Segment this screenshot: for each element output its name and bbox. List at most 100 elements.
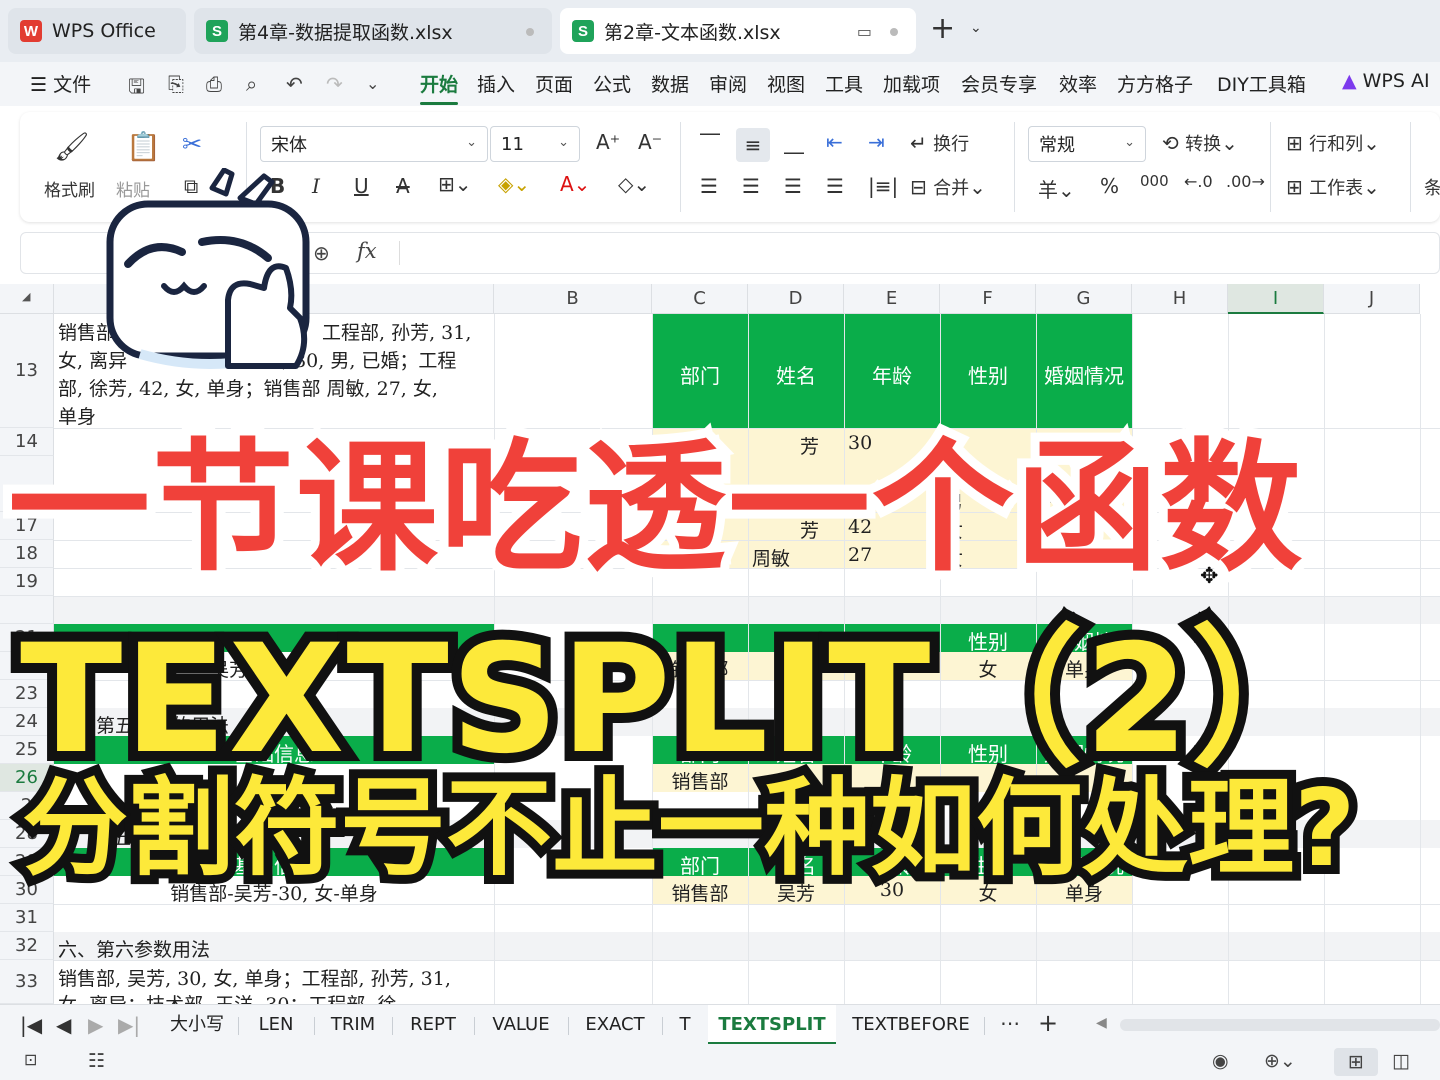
align-left-icon[interactable]: ☰ — [700, 174, 718, 198]
fx-icon[interactable]: fx — [357, 239, 377, 263]
decrease-decimal-icon[interactable]: ←.0 — [1184, 172, 1213, 191]
percent-button[interactable]: % — [1100, 174, 1119, 198]
macro-icon[interactable]: ⊡ — [24, 1050, 37, 1069]
column-header-i[interactable]: I — [1228, 284, 1324, 314]
cell-a33-line[interactable]: 销售部, 吴芳, 30, 女, 单身；工程部, 孙芳, 31, — [58, 964, 451, 991]
horizontal-scrollbar[interactable] — [1120, 1019, 1440, 1031]
header-gender[interactable]: 性别 — [940, 360, 1036, 389]
menu-home[interactable]: 开始 — [420, 70, 459, 105]
column-header-h[interactable]: H — [1132, 284, 1228, 314]
convert-button[interactable]: ⟲ 转换⌄ — [1162, 130, 1238, 156]
align-right-icon[interactable]: ☰ — [784, 174, 802, 198]
align-center-icon[interactable]: ☰ — [742, 174, 760, 198]
menu-data[interactable]: 数据 — [651, 70, 689, 97]
output-pdf-icon[interactable]: ⎘ — [168, 72, 184, 96]
header-name[interactable]: 姓名 — [748, 360, 844, 389]
next-sheet-icon[interactable]: ▶ — [88, 1013, 103, 1037]
tab-chapter4-file[interactable]: S 第4章-数据提取函数.xlsx — [194, 8, 552, 54]
sheet-tab-trim[interactable]: TRIM — [316, 1005, 390, 1045]
header-marital[interactable]: 婚姻情况 — [1036, 360, 1132, 389]
eye-protection-icon[interactable]: ◉ — [1212, 1050, 1229, 1072]
cut-icon[interactable]: ✂ — [182, 130, 202, 158]
increase-font-icon[interactable]: A⁺ — [596, 130, 620, 154]
font-color-icon[interactable]: A⌄ — [560, 172, 590, 196]
header-dept[interactable]: 部门 — [652, 360, 748, 389]
cell-a33-line[interactable]: 女, 离异；技术部, 王洋, 30；工程部, 徐 — [58, 990, 397, 1004]
scroll-left-icon[interactable]: ◀ — [1096, 1015, 1107, 1031]
row-header-32[interactable]: 32 — [0, 932, 54, 960]
clear-format-icon[interactable]: ◇⌄ — [618, 172, 650, 196]
select-all-corner[interactable]: ◢ — [0, 284, 54, 314]
font-size-select[interactable]: 11 ⌄ — [490, 126, 580, 162]
menu-tools[interactable]: 工具 — [825, 70, 863, 97]
justify-icon[interactable]: ☰ — [826, 174, 844, 198]
redo-icon[interactable]: ↷ — [326, 72, 343, 96]
print-preview-icon[interactable]: ⌕ — [246, 72, 257, 96]
row-header-33[interactable]: 33 — [0, 960, 54, 1004]
print-icon[interactable]: ⎙ — [206, 72, 222, 96]
number-format-select[interactable]: 常规 ⌄ — [1028, 126, 1146, 162]
paste-icon[interactable]: 📋 — [126, 130, 161, 163]
first-sheet-icon[interactable]: |◀ — [20, 1013, 42, 1037]
sheet-tab-case[interactable]: 大小写 — [158, 1005, 236, 1045]
wps-ai-button[interactable]: ▲ WPS AI — [1342, 70, 1430, 92]
file-menu[interactable]: ☰ 文件 — [30, 70, 91, 97]
menu-fangfang[interactable]: 方方格子 — [1117, 70, 1193, 97]
menu-formulas[interactable]: 公式 — [593, 70, 631, 97]
menu-addins[interactable]: 加载项 — [883, 70, 940, 97]
column-header-e[interactable]: E — [844, 284, 940, 314]
column-header-g[interactable]: G — [1036, 284, 1132, 314]
decrease-indent-icon[interactable]: ⇤ — [826, 130, 843, 154]
align-middle-icon[interactable]: ≡ — [736, 128, 770, 162]
menu-efficiency[interactable]: 效率 — [1059, 70, 1097, 97]
menu-member[interactable]: 会员专享 — [961, 70, 1037, 97]
worksheet-button[interactable]: ⊞ 工作表⌄ — [1286, 174, 1380, 200]
sheet-tab-t[interactable]: T — [664, 1005, 706, 1045]
more-sheets-icon[interactable]: ⋯ — [1000, 1011, 1020, 1035]
strikethrough-icon[interactable]: A — [396, 174, 410, 198]
cell-a13-line[interactable]: 工程部, 孙芳, 31, — [322, 318, 471, 345]
add-sheet-icon[interactable]: + — [1038, 1009, 1058, 1037]
prev-sheet-icon[interactable]: ◀ — [56, 1013, 71, 1037]
layout-icon[interactable]: ⊕⌄ — [1264, 1050, 1296, 1072]
column-header-c[interactable]: C — [652, 284, 748, 314]
row-header-31[interactable]: 31 — [0, 904, 54, 932]
fill-color-icon[interactable]: ◈⌄ — [498, 172, 530, 196]
chevron-down-icon[interactable]: ⌄ — [366, 74, 379, 93]
format-painter-label[interactable]: 格式刷 — [44, 176, 95, 201]
conditional-format-button[interactable]: 条 — [1424, 174, 1440, 200]
merge-button[interactable]: ⊟ 合并⌄ — [910, 174, 986, 200]
header-age[interactable]: 年龄 — [844, 360, 940, 389]
format-painter-icon[interactable]: 🖌 — [54, 130, 90, 163]
distribute-icon[interactable]: |≡| — [868, 174, 898, 198]
decrease-font-icon[interactable]: A⁻ — [638, 130, 662, 154]
increase-decimal-icon[interactable]: .00→ — [1226, 172, 1265, 191]
sheet-tab-value[interactable]: VALUE — [476, 1005, 566, 1045]
sheet-tab-len[interactable]: LEN — [240, 1005, 312, 1045]
menu-diy-toolbox[interactable]: DIY工具箱 — [1217, 70, 1306, 97]
increase-indent-icon[interactable]: ⇥ — [868, 130, 885, 154]
normal-view-icon[interactable]: ⊞ — [1334, 1048, 1378, 1076]
menu-page[interactable]: 页面 — [535, 70, 573, 97]
align-top-icon[interactable]: ⎺ — [700, 130, 720, 154]
align-bottom-icon[interactable]: ⎽ — [784, 130, 804, 154]
tab-chapter2-file[interactable]: S 第2章-文本函数.xlsx ▭ — [560, 8, 916, 54]
page-view-icon[interactable]: ◫ — [1392, 1050, 1410, 1072]
currency-button[interactable]: 羊⌄ — [1038, 174, 1075, 203]
menu-insert[interactable]: 插入 — [477, 70, 515, 97]
column-header-j[interactable]: J — [1324, 284, 1420, 314]
undo-icon[interactable]: ↶ — [286, 72, 303, 96]
wrap-text-button[interactable]: ↵ 换行 — [910, 130, 969, 156]
chevron-down-icon[interactable]: ⌄ — [970, 20, 982, 36]
last-sheet-icon[interactable]: ▶| — [118, 1013, 140, 1037]
sheet-tab-textbefore[interactable]: TEXTBEFORE — [840, 1005, 982, 1045]
column-header-d[interactable]: D — [748, 284, 844, 314]
column-header-f[interactable]: F — [940, 284, 1036, 314]
font-name-select[interactable]: 宋体 ⌄ — [260, 126, 488, 162]
sheet-tab-exact[interactable]: EXACT — [570, 1005, 660, 1045]
menu-review[interactable]: 审阅 — [709, 70, 747, 97]
sheet-tab-textsplit[interactable]: TEXTSPLIT — [708, 1005, 836, 1045]
menu-view[interactable]: 视图 — [767, 70, 805, 97]
monitor-icon[interactable]: ▭ — [857, 22, 872, 41]
cell-a32[interactable]: 六、第六参数用法 — [58, 935, 210, 962]
